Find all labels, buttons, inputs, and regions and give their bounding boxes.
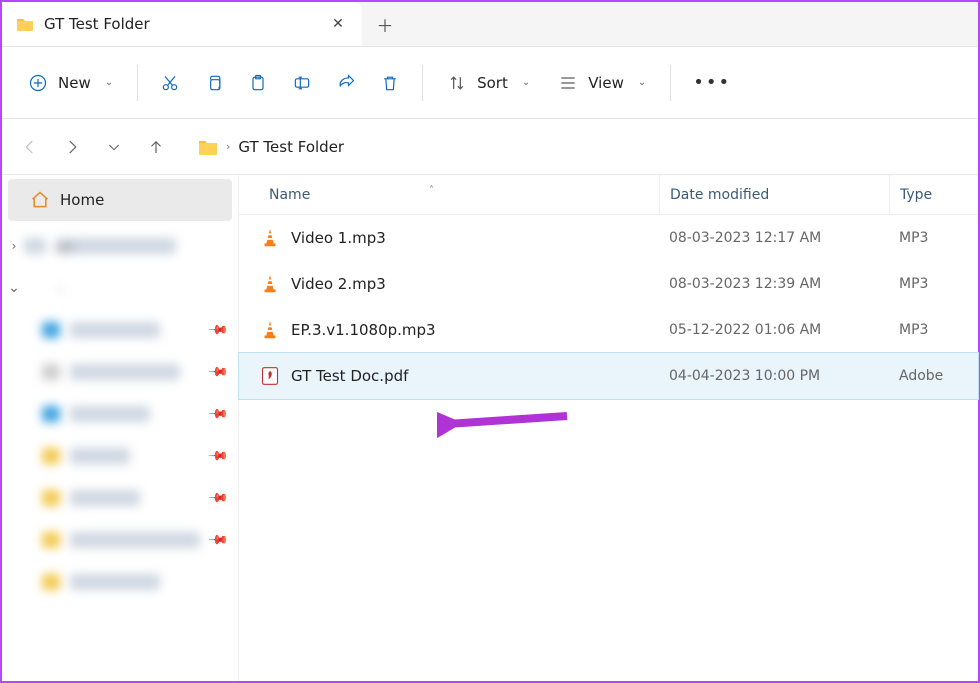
sort-label: Sort — [477, 74, 508, 92]
file-icon — [259, 227, 281, 249]
trash-icon — [380, 73, 400, 93]
breadcrumb-current[interactable]: GT Test Folder — [238, 138, 344, 156]
home-icon — [30, 190, 50, 210]
folder-icon — [16, 15, 34, 33]
back-button[interactable] — [10, 127, 50, 167]
rename-icon — [292, 73, 312, 93]
file-list: Name˄ Date modified Type Video 1.mp3 08-0… — [239, 175, 978, 681]
close-icon[interactable]: ✕ — [328, 14, 348, 34]
separator — [670, 65, 671, 101]
tab-active[interactable]: GT Test Folder ✕ — [2, 2, 362, 46]
view-label: View — [588, 74, 624, 92]
file-name: EP.3.v1.1080p.mp3 — [291, 321, 436, 339]
sidebar-item[interactable]: 📌 — [2, 519, 238, 561]
file-row[interactable]: GT Test Doc.pdf 04-04-2023 10:00 PMAdobe — [239, 353, 978, 399]
paste-icon — [248, 73, 268, 93]
file-date: 05-12-2022 01:06 AM — [659, 322, 889, 338]
file-icon — [259, 365, 281, 387]
new-tab-button[interactable]: ＋ — [362, 2, 408, 46]
file-type: MP3 — [889, 322, 978, 338]
column-type[interactable]: Type — [889, 175, 978, 214]
column-date[interactable]: Date modified — [659, 175, 889, 214]
sidebar-item[interactable]: 📌 — [2, 477, 238, 519]
pin-icon: 📌 — [207, 319, 229, 341]
file-icon — [259, 273, 281, 295]
file-name: Video 1.mp3 — [291, 229, 386, 247]
file-row[interactable]: Video 1.mp3 08-03-2023 12:17 AMMP3 — [239, 215, 978, 261]
separator — [422, 65, 423, 101]
separator — [137, 65, 138, 101]
pin-icon: 📌 — [207, 487, 229, 509]
sort-icon — [447, 73, 467, 93]
sidebar-item[interactable]: ›on — [2, 225, 238, 267]
new-button[interactable]: New ⌄ — [16, 61, 125, 105]
pin-icon: 📌 — [207, 445, 229, 467]
cut-icon — [160, 73, 180, 93]
file-icon — [259, 319, 281, 341]
file-type: MP3 — [889, 276, 978, 292]
sidebar: Home ›on ⌄– 📌 📌 📌 📌 📌 📌 — [2, 175, 239, 681]
file-type: MP3 — [889, 230, 978, 246]
address-bar[interactable]: › GT Test Folder — [188, 127, 970, 167]
folder-icon — [198, 137, 218, 157]
sidebar-item[interactable]: 📌 — [2, 351, 238, 393]
chevron-down-icon: ⌄ — [6, 280, 22, 296]
sidebar-item[interactable]: ⌄– — [2, 267, 238, 309]
toolbar: New ⌄ Sort ⌄ View ⌄ ••• — [2, 47, 978, 119]
up-button[interactable] — [136, 127, 176, 167]
file-row[interactable]: EP.3.v1.1080p.mp3 05-12-2022 01:06 AMMP3 — [239, 307, 978, 353]
sort-indicator-icon: ˄ — [429, 185, 434, 196]
file-row[interactable]: Video 2.mp3 08-03-2023 12:39 AMMP3 — [239, 261, 978, 307]
chevron-right-icon: › — [6, 239, 22, 253]
share-icon — [336, 73, 356, 93]
new-label: New — [58, 74, 91, 92]
sidebar-item-label: Home — [60, 191, 104, 209]
chevron-down-icon: ⌄ — [638, 77, 646, 88]
file-type: Adobe — [889, 368, 978, 384]
view-button[interactable]: View ⌄ — [546, 61, 658, 105]
forward-button[interactable] — [52, 127, 92, 167]
view-icon — [558, 73, 578, 93]
chevron-down-icon: ⌄ — [522, 77, 530, 88]
chevron-right-icon: › — [226, 140, 230, 153]
column-name[interactable]: Name˄ — [239, 187, 659, 203]
file-list-header: Name˄ Date modified Type — [239, 175, 978, 215]
copy-button[interactable] — [194, 61, 234, 105]
content: Home ›on ⌄– 📌 📌 📌 📌 📌 📌 Name˄ Date modif… — [2, 175, 978, 681]
sidebar-item-home[interactable]: Home — [8, 179, 232, 221]
sidebar-item[interactable]: 📌 — [2, 435, 238, 477]
more-button[interactable]: ••• — [683, 61, 741, 105]
sidebar-item[interactable]: 📌 — [2, 309, 238, 351]
file-name: Video 2.mp3 — [291, 275, 386, 293]
pin-icon: 📌 — [207, 403, 229, 425]
rename-button[interactable] — [282, 61, 322, 105]
recent-button[interactable] — [94, 127, 134, 167]
file-date: 08-03-2023 12:17 AM — [659, 230, 889, 246]
delete-button[interactable] — [370, 61, 410, 105]
new-icon — [28, 73, 48, 93]
share-button[interactable] — [326, 61, 366, 105]
nav-row: › GT Test Folder — [2, 119, 978, 175]
tab-title: GT Test Folder — [44, 15, 318, 33]
sort-button[interactable]: Sort ⌄ — [435, 61, 542, 105]
pin-icon: 📌 — [207, 529, 229, 551]
copy-icon — [204, 73, 224, 93]
file-date: 04-04-2023 10:00 PM — [659, 368, 889, 384]
cut-button[interactable] — [150, 61, 190, 105]
paste-button[interactable] — [238, 61, 278, 105]
tab-strip: GT Test Folder ✕ ＋ — [2, 2, 978, 47]
file-name: GT Test Doc.pdf — [291, 367, 408, 385]
sidebar-item[interactable] — [2, 561, 238, 603]
pin-icon: 📌 — [207, 361, 229, 383]
chevron-down-icon: ⌄ — [105, 77, 113, 88]
sidebar-item[interactable]: 📌 — [2, 393, 238, 435]
file-date: 08-03-2023 12:39 AM — [659, 276, 889, 292]
